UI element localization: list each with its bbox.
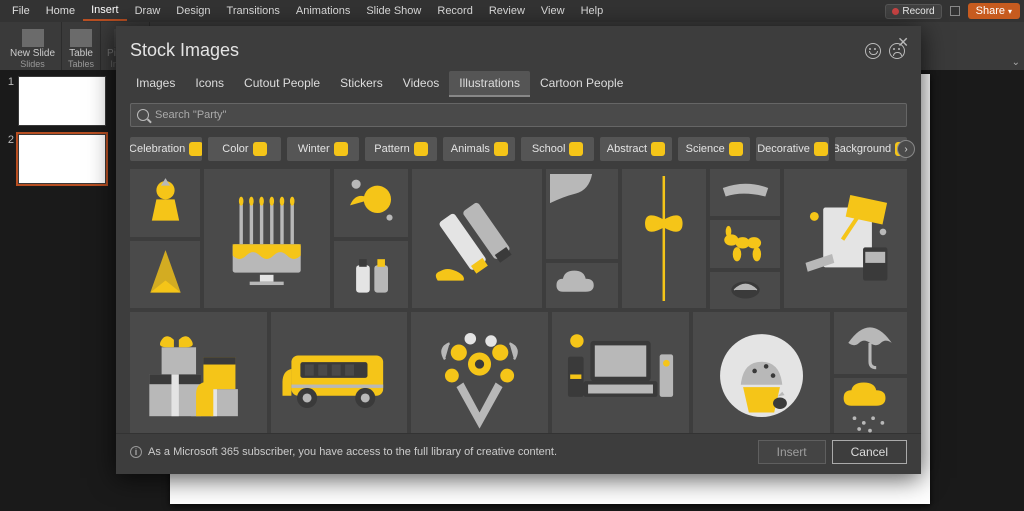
record-button-label: Record <box>902 6 934 17</box>
tab-illustrations[interactable]: Illustrations <box>449 71 530 97</box>
illus-paint-tubes[interactable] <box>412 169 542 308</box>
menu-review[interactable]: Review <box>481 2 533 20</box>
ribbon-collapse-icon[interactable]: ⌄ <box>1012 57 1020 68</box>
menu-record[interactable]: Record <box>429 2 480 20</box>
ribbon-table[interactable]: Table Tables <box>62 22 101 70</box>
cat-school[interactable]: School <box>521 137 593 161</box>
illus-rain-cloud[interactable] <box>834 378 907 433</box>
illus-birthday-cake[interactable] <box>204 169 330 308</box>
footer-message: As a Microsoft 365 subscriber, you have … <box>148 446 752 458</box>
menu-insert[interactable]: Insert <box>83 1 127 21</box>
cancel-button[interactable]: Cancel <box>832 440 907 464</box>
cat-pattern[interactable]: Pattern <box>365 137 437 161</box>
illus-cloud[interactable] <box>546 263 618 308</box>
menu-help[interactable]: Help <box>573 2 612 20</box>
info-icon: i <box>130 446 142 458</box>
cat-abstract[interactable]: Abstract <box>600 137 672 161</box>
illus-cupcake[interactable] <box>693 312 830 433</box>
menu-animations[interactable]: Animations <box>288 2 358 20</box>
illus-cloud-corner[interactable] <box>546 169 618 259</box>
ribbon-sub: Slides <box>20 59 45 69</box>
illus-balloon-dog[interactable] <box>710 220 780 267</box>
thumb-num: 1 <box>4 76 14 88</box>
tab-icons[interactable]: Icons <box>185 71 234 97</box>
illus-flower-bouquet[interactable] <box>411 312 548 433</box>
illus-shell[interactable] <box>710 272 780 310</box>
cat-science[interactable]: Science <box>678 137 750 161</box>
share-button[interactable]: Share <box>968 3 1020 19</box>
menu-draw[interactable]: Draw <box>127 2 169 20</box>
window-mode-icon[interactable] <box>950 6 960 16</box>
record-dot-icon <box>892 8 899 15</box>
feedback-happy-icon[interactable] <box>865 43 881 59</box>
cat-animals[interactable]: Animals <box>443 137 515 161</box>
illus-color-splash[interactable] <box>334 169 408 237</box>
menu-file[interactable]: File <box>4 2 38 20</box>
cat-winter[interactable]: Winter <box>287 137 359 161</box>
thumb-num: 2 <box>4 134 14 146</box>
illus-school-supplies[interactable] <box>784 169 907 308</box>
tab-cartoon-people[interactable]: Cartoon People <box>530 71 633 97</box>
menu-design[interactable]: Design <box>168 2 218 20</box>
ribbon-label: Table <box>69 48 93 59</box>
feedback-sad-icon[interactable] <box>889 43 905 59</box>
table-icon <box>70 29 92 47</box>
slide-thumb-2[interactable] <box>18 134 106 184</box>
cat-celebration[interactable]: Celebration <box>130 137 202 161</box>
illus-umbrella[interactable] <box>834 312 907 374</box>
menubar: File Home Insert Draw Design Transitions… <box>0 0 1024 22</box>
menu-view[interactable]: View <box>533 2 573 20</box>
tab-videos[interactable]: Videos <box>393 71 449 97</box>
illus-brush-stroke[interactable] <box>710 169 780 216</box>
insert-button[interactable]: Insert <box>758 440 826 464</box>
new-slide-icon <box>22 29 44 47</box>
ribbon-label: New Slide <box>10 48 55 59</box>
category-scroll-right[interactable]: › <box>897 140 915 158</box>
tab-images[interactable]: Images <box>126 71 185 97</box>
menu-transitions[interactable]: Transitions <box>219 2 288 20</box>
illus-laptop-desk[interactable] <box>552 312 689 433</box>
illus-gift-boxes[interactable] <box>130 312 267 433</box>
ribbon-sub: Tables <box>68 59 94 69</box>
tab-cutout-people[interactable]: Cutout People <box>234 71 330 97</box>
modal-footer: i As a Microsoft 365 subscriber, you hav… <box>116 433 921 474</box>
share-button-label: Share <box>976 5 1005 17</box>
search-icon <box>137 109 149 121</box>
search-placeholder: Search "Party" <box>155 109 226 121</box>
slide-thumbnails: 1 2 <box>0 70 110 511</box>
search-input[interactable]: Search "Party" <box>130 103 907 127</box>
category-chips: Celebration Color Winter Pattern Animals… <box>116 133 921 161</box>
modal-title: Stock Images <box>130 40 865 61</box>
illus-paint-bottles[interactable] <box>334 241 408 309</box>
record-button[interactable]: Record <box>885 4 941 19</box>
illus-gift-ribbon[interactable] <box>622 169 706 308</box>
menu-slideshow[interactable]: Slide Show <box>358 2 429 20</box>
modal-tabs: Images Icons Cutout People Stickers Vide… <box>116 65 921 97</box>
slide-thumb-1[interactable] <box>18 76 106 126</box>
cat-color[interactable]: Color <box>208 137 280 161</box>
illus-tree[interactable] <box>130 241 200 309</box>
illus-party-figure[interactable] <box>130 169 200 237</box>
ribbon-new-slide[interactable]: New Slide Slides <box>4 22 62 70</box>
illustration-grid <box>116 161 921 433</box>
cat-decorative[interactable]: Decorative <box>756 137 828 161</box>
illus-school-bus[interactable] <box>271 312 408 433</box>
tab-stickers[interactable]: Stickers <box>330 71 393 97</box>
menu-home[interactable]: Home <box>38 2 83 20</box>
stock-images-modal: ✕ Stock Images Images Icons Cutout Peopl… <box>116 26 921 474</box>
